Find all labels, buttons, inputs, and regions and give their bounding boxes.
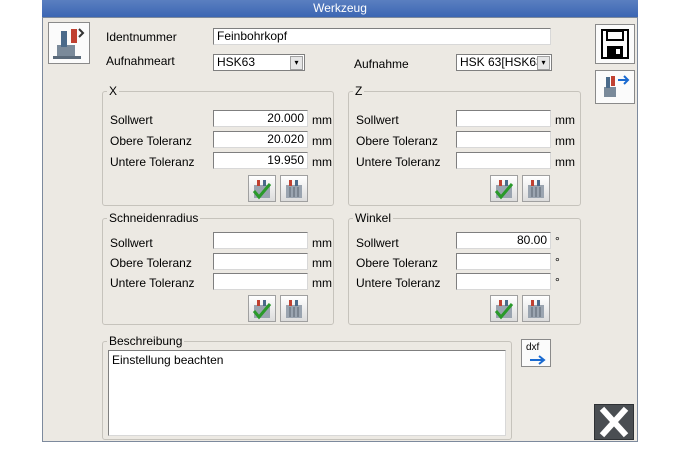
measure-icon [286, 180, 302, 198]
beschreibung-title: Beschreibung [107, 334, 185, 348]
save-disk-icon [601, 29, 629, 59]
z-sollwert-label: Sollwert [356, 113, 399, 127]
z-obere-unit: mm [555, 134, 575, 148]
measure-apply-icon [252, 180, 272, 200]
x-untere-label: Untere Toleranz [110, 155, 195, 169]
chevron-down-icon[interactable]: ▾ [290, 56, 303, 70]
measure-icon [528, 180, 544, 198]
beschreibung-textarea[interactable]: Einstellung beachten [108, 350, 506, 436]
x-measure-button[interactable] [280, 175, 308, 202]
z-untere-unit: mm [555, 155, 575, 169]
winkel-untere-input[interactable] [456, 273, 551, 290]
window-title: Werkzeug [42, 0, 638, 17]
z-measure-apply-button[interactable] [490, 175, 518, 202]
winkel-obere-input[interactable] [456, 253, 551, 270]
sr-untere-label: Untere Toleranz [110, 276, 195, 290]
aufnahmeart-label: Aufnahmeart [106, 54, 175, 68]
measure-apply-icon [494, 300, 514, 320]
x-obere-unit: mm [312, 134, 332, 148]
aufnahmeart-select[interactable]: HSK63 ▾ [213, 54, 305, 71]
z-sollwert-input[interactable] [456, 110, 551, 127]
x-obere-input[interactable]: 20.020 [213, 131, 308, 148]
x-measure-apply-button[interactable] [248, 175, 276, 202]
group-winkel-title: Winkel [353, 211, 394, 225]
dxf-export-button[interactable]: dxf [521, 339, 551, 367]
z-obere-input[interactable] [456, 131, 551, 148]
sr-obere-unit: mm [312, 256, 332, 270]
aufnahmeart-value: HSK63 [217, 55, 256, 69]
sr-measure-apply-button[interactable] [248, 295, 276, 322]
x-sollwert-label: Sollwert [110, 113, 153, 127]
z-untere-label: Untere Toleranz [356, 155, 441, 169]
measure-icon [286, 300, 302, 318]
z-measure-button[interactable] [522, 175, 550, 202]
dxf-export-icon [530, 355, 546, 365]
sr-obere-label: Obere Toleranz [110, 256, 192, 270]
x-untere-input[interactable]: 19.950 [213, 152, 308, 169]
sr-sollwert-unit: mm [312, 236, 332, 250]
measure-apply-icon [494, 180, 514, 200]
winkel-untere-unit: ° [555, 275, 560, 289]
winkel-measure-apply-button[interactable] [490, 295, 518, 322]
winkel-untere-label: Untere Toleranz [356, 276, 441, 290]
identnummer-input[interactable]: Feinbohrkopf [213, 28, 551, 45]
x-sollwert-input[interactable]: 20.000 [213, 110, 308, 127]
identnummer-label: Identnummer [106, 30, 177, 44]
chevron-down-icon[interactable]: ▾ [537, 56, 550, 70]
sr-sollwert-input[interactable] [213, 232, 308, 249]
x-obere-label: Obere Toleranz [110, 134, 192, 148]
x-sollwert-unit: mm [312, 113, 332, 127]
winkel-measure-button[interactable] [522, 295, 550, 322]
tool-export-icon [604, 75, 630, 97]
sr-measure-button[interactable] [280, 295, 308, 322]
winkel-sollwert-unit: ° [555, 234, 560, 248]
winkel-obere-unit: ° [555, 255, 560, 269]
z-untere-input[interactable] [456, 152, 551, 169]
group-z-title: Z [353, 84, 365, 98]
winkel-sollwert-label: Sollwert [356, 236, 399, 250]
tool-export-button[interactable] [595, 70, 635, 104]
sr-untere-unit: mm [312, 276, 332, 290]
sr-sollwert-label: Sollwert [110, 236, 153, 250]
group-x-title: X [107, 84, 120, 98]
close-button[interactable] [594, 404, 634, 440]
aufnahme-select[interactable]: HSK 63[HSK63 ▾ [456, 54, 552, 71]
winkel-obere-label: Obere Toleranz [356, 256, 438, 270]
dxf-label: dxf [526, 342, 540, 353]
group-schneidenradius-title: Schneidenradius [107, 211, 201, 225]
winkel-sollwert-input[interactable]: 80.00 [456, 232, 551, 249]
tool-icon[interactable] [48, 22, 90, 64]
z-obere-label: Obere Toleranz [356, 134, 438, 148]
measure-icon [528, 300, 544, 318]
x-untere-unit: mm [312, 155, 332, 169]
sr-untere-input[interactable] [213, 273, 308, 290]
z-sollwert-unit: mm [555, 113, 575, 127]
aufnahme-value: HSK 63[HSK63 [460, 55, 543, 69]
save-button[interactable] [595, 24, 635, 64]
measure-apply-icon [252, 300, 272, 320]
close-x-icon [599, 406, 629, 438]
sr-obere-input[interactable] [213, 253, 308, 270]
aufnahme-label: Aufnahme [354, 57, 409, 71]
